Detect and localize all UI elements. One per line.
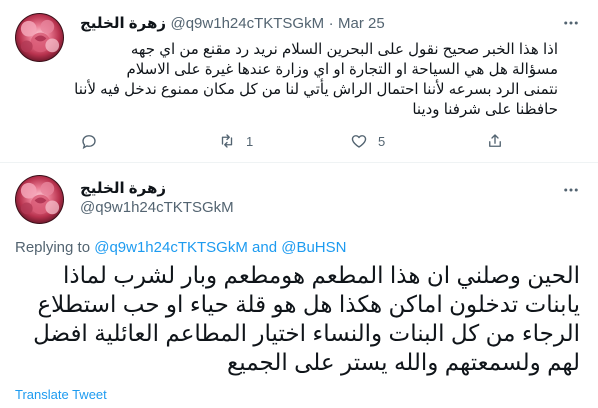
focused-tweet: زهرة الخليج @q9w1h24cTKTSGkM Replying to… [0,163,598,408]
tweet-card[interactable]: زهرة الخليج @q9w1h24cTKTSGkM · Mar 25 اذ… [0,0,598,163]
more-icon[interactable] [556,8,586,38]
like-button[interactable]: 5 [350,132,385,150]
more-icon[interactable] [556,175,586,205]
tweet-date[interactable]: Mar 25 [338,15,385,32]
avatar[interactable] [15,13,64,62]
replying-label: Replying to [15,239,91,256]
tweet-text: الحين وصلني ان هذا المطعم هومطعم وبار لش… [15,261,580,377]
author-name[interactable]: زهرة الخليج [80,15,166,32]
author-handle[interactable]: @q9w1h24cTKTSGkM [170,15,324,32]
separator-dot: · [328,15,334,32]
author-name[interactable]: زهرة الخليج [80,179,166,197]
like-count: 5 [378,133,386,149]
tweet-text-line: اذا هذا الخبر صحيح نقول على البحرين السل… [130,41,558,58]
reply-button[interactable] [80,132,108,150]
tweet-text-line: لهم ولسمعتهم والله يستر على الجميع [227,349,580,375]
retweet-icon [221,134,233,148]
share-icon [489,134,501,147]
retweet-button[interactable]: 1 [218,132,253,150]
share-button[interactable] [486,132,504,150]
replying-and[interactable]: and [252,239,277,256]
tweet-text-line: نتمنى الرد بسرعه لأننا احتمال الراش يأتي… [74,81,558,98]
rose-avatar-image [15,13,64,62]
tweet-text-line: الحين وصلني ان هذا المطعم هومطعم وبار لش… [62,262,580,288]
author-handle[interactable]: @q9w1h24cTKTSGkM [80,199,234,216]
tweet-header: زهرة الخليج @q9w1h24cTKTSGkM · Mar 25 [80,14,550,34]
tweet-text-line: مسؤالة هل هي السياحة او التجارة او اي وز… [126,61,558,78]
rose-avatar-image [15,175,64,224]
retweet-count: 1 [246,133,254,149]
tweet-text: اذا هذا الخبر صحيح نقول على البحرين السل… [74,40,558,120]
heart-icon [351,135,367,148]
tweet-text-line: الرجاء من كل البنات والنساء اختيار المطا… [33,320,580,346]
reply-icon [82,135,96,150]
translate-tweet-link[interactable]: Translate Tweet [15,387,107,402]
replying-to: Replying to @q9w1h24cTKTSGkM and @BuHSN [15,239,346,256]
avatar[interactable] [15,175,64,224]
tweet-text-line: حافظنا على شرفنا ودينا [412,101,558,118]
tweet-actions: 1 5 [80,132,501,154]
mention-link[interactable]: @BuHSN [281,239,346,256]
tweet-text-line: يابنات تدخلون اماكن هكذا هل هو قلة حياء … [37,291,580,317]
mention-link[interactable]: @q9w1h24cTKTSGkM [94,239,248,256]
